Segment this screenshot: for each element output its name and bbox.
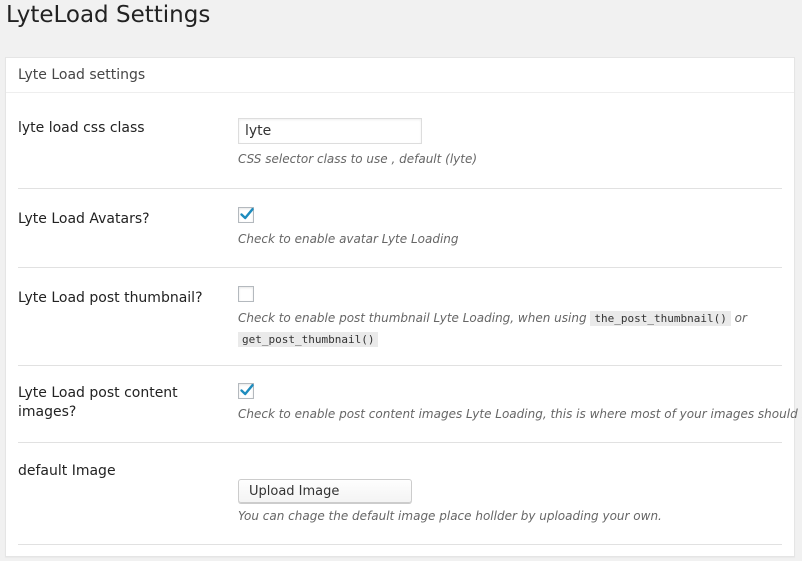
- post-thumbnail-checkbox[interactable]: [238, 286, 254, 302]
- content-images-label: Lyte Load post content images?: [18, 385, 178, 420]
- default-image-label: default Image: [18, 463, 116, 479]
- checkmark-icon: [240, 208, 254, 220]
- page-title: LyteLoad Settings: [6, 2, 211, 28]
- css-class-label: lyte load css class: [18, 120, 145, 136]
- post-thumbnail-description-text: Check to enable post thumbnail Lyte Load…: [238, 311, 587, 325]
- row-content-images: Lyte Load post content images? Check to …: [18, 366, 802, 443]
- code-the-post-thumbnail: the_post_thumbnail(): [590, 311, 731, 326]
- settings-panel: Lyte Load settings lyte load css class C…: [5, 57, 802, 557]
- checkmark-icon: [240, 384, 254, 396]
- description-or: or: [734, 311, 747, 325]
- css-class-description: CSS selector class to use , default (lyt…: [238, 152, 478, 166]
- panel-header: Lyte Load settings: [6, 58, 794, 93]
- css-class-input[interactable]: [238, 118, 422, 144]
- avatars-description: Check to enable avatar Lyte Loading: [238, 232, 459, 246]
- code-get-post-thumbnail: get_post_thumbnail(): [238, 332, 379, 347]
- row-post-thumbnail: Lyte Load post thumbnail? Check to enabl…: [18, 268, 782, 366]
- post-thumbnail-description-line2: get_post_thumbnail(): [238, 329, 379, 350]
- row-avatars: Lyte Load Avatars? Check to enable avata…: [18, 189, 782, 268]
- avatars-label: Lyte Load Avatars?: [18, 211, 150, 227]
- upload-image-button[interactable]: Upload Image: [238, 479, 412, 503]
- post-thumbnail-label: Lyte Load post thumbnail?: [18, 290, 203, 306]
- default-image-description: You can chage the default image place ho…: [238, 509, 662, 523]
- post-thumbnail-description: Check to enable post thumbnail Lyte Load…: [238, 308, 747, 329]
- row-default-image: default Image Upload Image You can chage…: [18, 443, 782, 545]
- row-css-class: lyte load css class CSS selector class t…: [18, 93, 782, 189]
- avatars-checkbox[interactable]: [238, 207, 254, 223]
- content-images-checkbox[interactable]: [238, 383, 254, 399]
- content-images-description: Check to enable post content images Lyte…: [238, 407, 802, 421]
